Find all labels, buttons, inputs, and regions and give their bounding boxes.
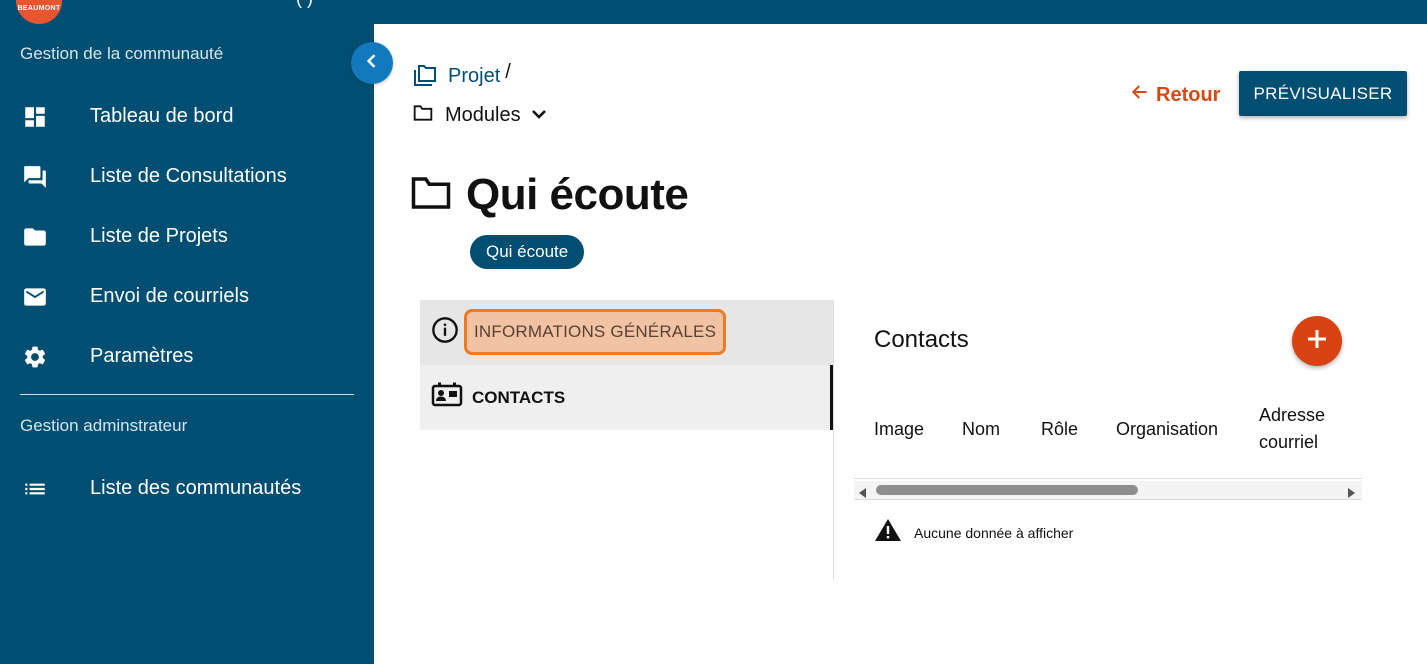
sidebar-item-label: Tableau de bord xyxy=(90,104,234,127)
empty-state: Aucune donnée à afficher xyxy=(874,518,1073,547)
modules-dropdown[interactable]: Modules xyxy=(413,104,547,127)
table-horizontal-scrollbar[interactable] xyxy=(854,481,1362,499)
list-icon xyxy=(22,476,48,502)
sidebar: Gestion de la communauté Tableau de bord… xyxy=(0,24,374,664)
modules-label: Modules xyxy=(445,104,521,126)
tab-contacts[interactable]: CONTACTS xyxy=(420,365,833,430)
column-header-name: Nom xyxy=(962,419,1001,439)
table-body-border xyxy=(854,499,1362,500)
sidebar-section-admin: Gestion adminstrateur xyxy=(20,416,188,435)
community-logo[interactable]: BEAUMONT xyxy=(16,0,62,24)
page-title: Qui écoute xyxy=(410,170,689,220)
sidebar-item-label: Liste de Consultations xyxy=(90,164,287,187)
sidebar-item-settings[interactable]: Paramètres xyxy=(0,332,374,380)
sidebar-section-community: Gestion de la communauté xyxy=(20,44,224,63)
module-chip: Qui écoute xyxy=(470,235,585,269)
module-tabs: INFORMATIONS GÉNÉRALES CONTACTS xyxy=(420,300,834,430)
sidebar-item-emails[interactable]: Envoi de courriels xyxy=(0,272,374,320)
scroll-right-icon[interactable] xyxy=(1346,485,1356,503)
column-header-role: Rôle xyxy=(1041,419,1079,439)
chevron-left-icon xyxy=(362,51,382,76)
table-header-border xyxy=(854,478,1362,479)
page-title-text: Qui écoute xyxy=(466,170,689,219)
collapse-sidebar-button[interactable] xyxy=(351,42,393,84)
contact-card-icon xyxy=(431,382,463,413)
dashboard-icon xyxy=(22,104,48,130)
tab-general-info-label: INFORMATIONS GÉNÉRALES xyxy=(464,309,727,355)
app-title-fragment: ( ) xyxy=(296,0,313,9)
sidebar-item-dashboard[interactable]: Tableau de bord xyxy=(0,92,374,140)
tab-general-info[interactable]: INFORMATIONS GÉNÉRALES xyxy=(420,300,834,365)
breadcrumb-separator: / xyxy=(505,61,511,83)
warning-icon xyxy=(874,518,902,547)
sidebar-item-label: Liste des communautés xyxy=(90,476,302,499)
add-contact-button[interactable] xyxy=(1292,316,1342,366)
sidebar-item-label: Liste de Projets xyxy=(90,224,228,247)
column-header-email-line1: Adresse xyxy=(1259,405,1326,425)
column-header-image: Image xyxy=(874,419,925,439)
back-link[interactable]: Retour xyxy=(1130,82,1220,108)
forum-icon xyxy=(22,164,48,190)
sidebar-item-consultations[interactable]: Liste de Consultations xyxy=(0,152,374,200)
tab-contacts-label: CONTACTS xyxy=(472,387,566,407)
sidebar-item-label: Envoi de courriels xyxy=(90,284,249,307)
sidebar-item-communities[interactable]: Liste des communautés xyxy=(0,464,374,512)
panel-divider xyxy=(833,300,834,580)
folder-outline-icon xyxy=(410,175,452,216)
back-label: Retour xyxy=(1156,83,1221,106)
column-header-organisation: Organisation xyxy=(1116,419,1219,439)
sidebar-divider xyxy=(20,394,354,395)
chevron-down-icon xyxy=(531,107,547,125)
contacts-title: Contacts xyxy=(874,326,969,353)
arrow-left-icon xyxy=(1130,82,1150,108)
folders-icon xyxy=(412,62,438,91)
mail-icon xyxy=(22,284,48,310)
scroll-left-icon[interactable] xyxy=(858,485,868,503)
column-header-email-line2: courriel xyxy=(1259,432,1319,452)
gear-icon xyxy=(22,344,48,370)
preview-button[interactable]: PRÉVISUALISER xyxy=(1239,71,1407,116)
folder-outline-icon xyxy=(413,104,433,127)
top-app-bar: BEAUMONT ( ) xyxy=(0,0,1427,24)
empty-state-message: Aucune donnée à afficher xyxy=(914,524,1074,541)
breadcrumb-project-link[interactable]: Projet xyxy=(448,65,500,88)
folder-icon xyxy=(22,224,48,250)
scrollbar-thumb[interactable] xyxy=(876,485,1138,495)
breadcrumb: Projet / xyxy=(412,61,511,91)
sidebar-item-projects[interactable]: Liste de Projets xyxy=(0,212,374,260)
info-icon xyxy=(431,316,459,349)
plus-icon xyxy=(1306,328,1328,355)
sidebar-item-label: Paramètres xyxy=(90,344,194,367)
